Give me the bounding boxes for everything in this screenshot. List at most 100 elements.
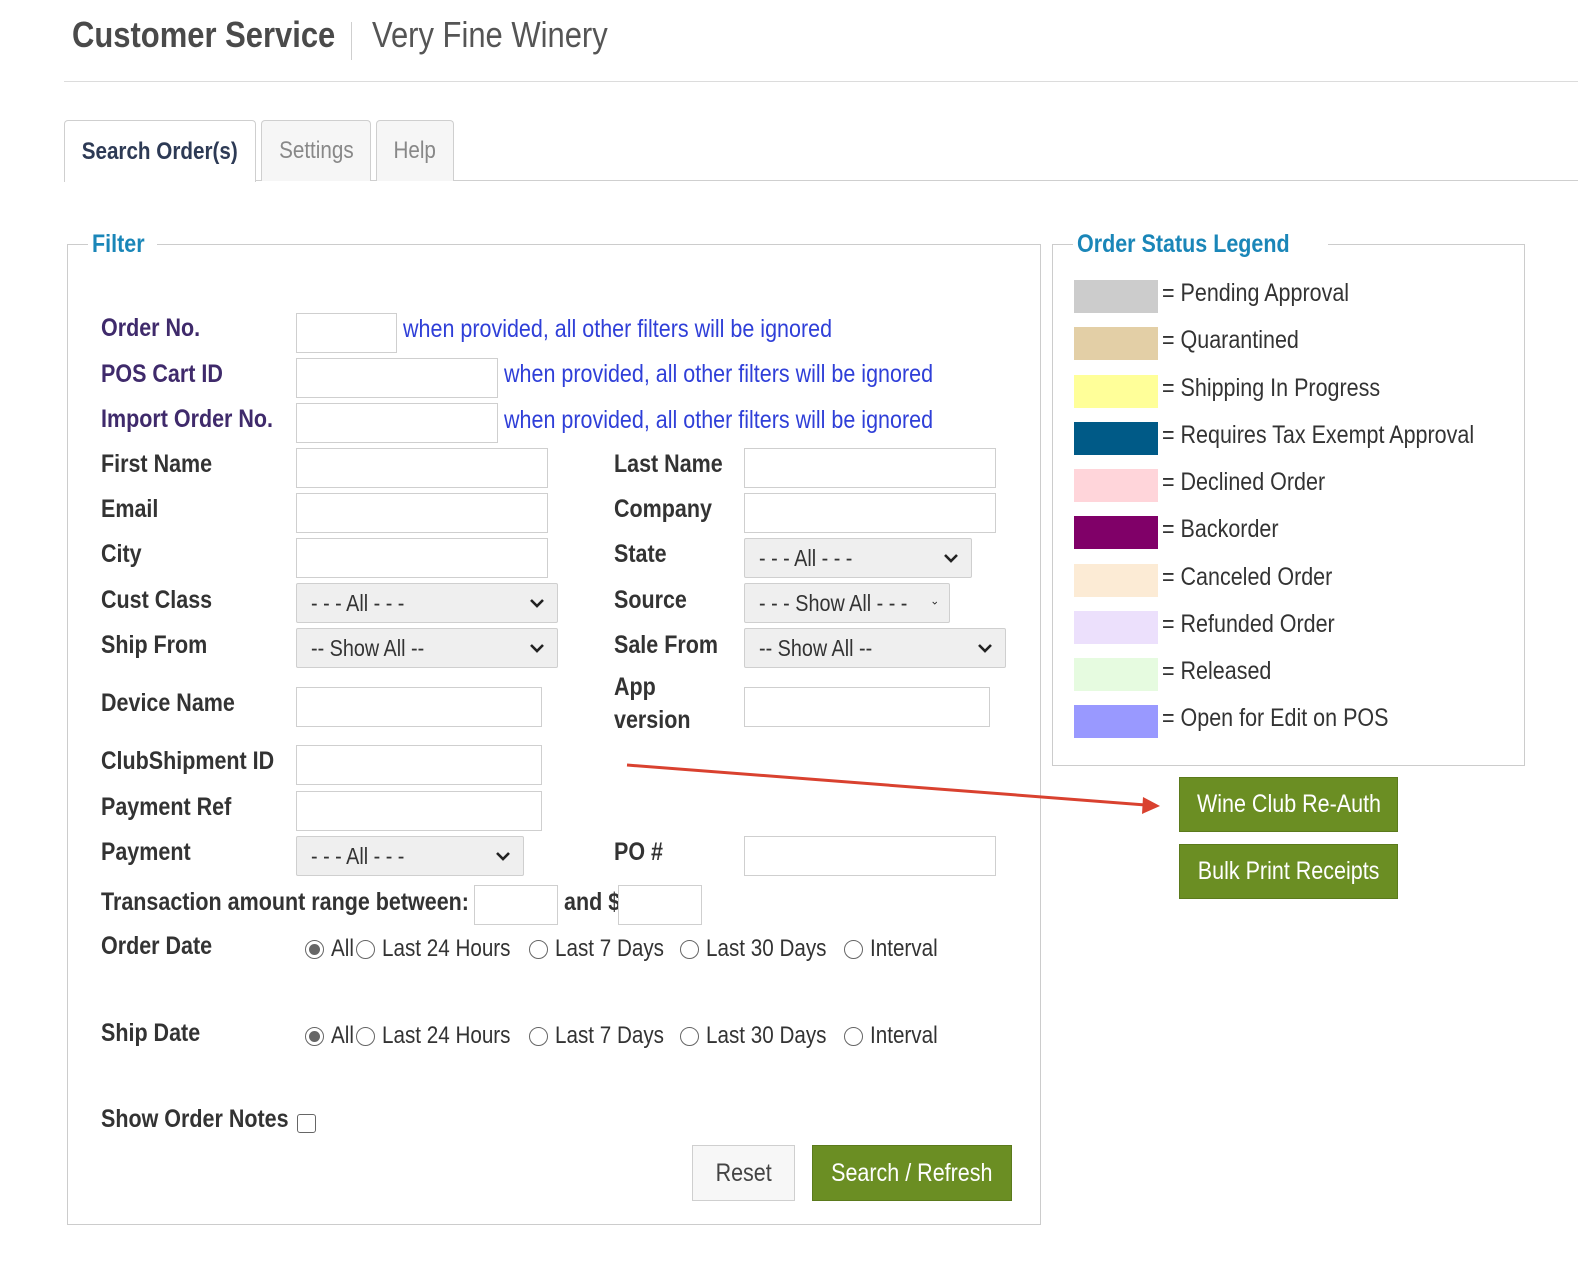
legend-label: = Quarantined (1162, 326, 1299, 354)
legend-swatch (1074, 611, 1158, 644)
amount-min-input[interactable] (474, 885, 558, 925)
import-order-no-label: Import Order No. (101, 405, 274, 433)
chevron-down-icon (530, 644, 544, 653)
order-date-radio-30d[interactable] (679, 939, 699, 959)
company-input[interactable] (744, 493, 996, 533)
city-input[interactable] (296, 538, 548, 578)
legend-label: = Shipping In Progress (1162, 374, 1381, 402)
pos-cart-id-hint: when provided, all other filters will be… (504, 360, 934, 388)
legend-label: = Pending Approval (1162, 279, 1350, 307)
legend-swatch (1074, 327, 1158, 360)
last-name-input[interactable] (744, 448, 996, 488)
app-version-label-line1: App (614, 673, 656, 701)
order-no-input[interactable] (296, 313, 397, 353)
po-label: PO # (614, 838, 664, 866)
state-label: State (614, 540, 667, 568)
legend-label: = Backorder (1162, 515, 1279, 543)
order-no-hint: when provided, all other filters will be… (403, 315, 833, 343)
tab-settings[interactable]: Settings (261, 120, 371, 181)
winery-name: Very Fine Winery (372, 14, 608, 55)
payment-select[interactable]: - - - All - - - (296, 836, 524, 876)
source-select[interactable]: - - - Show All - - - (744, 583, 950, 623)
payment-ref-input[interactable] (296, 791, 542, 831)
ship-date-options: All Last 24 Hours Last 7 Days Last 30 Da… (305, 1022, 947, 1050)
payment-label: Payment (101, 838, 191, 866)
legend-swatch (1074, 705, 1158, 738)
state-select[interactable]: - - - All - - - (744, 538, 972, 578)
show-order-notes-label: Show Order Notes (101, 1105, 289, 1133)
device-name-label: Device Name (101, 689, 235, 717)
city-label: City (101, 540, 142, 568)
sale-from-select[interactable]: -- Show All -- (744, 628, 1006, 668)
last-name-label: Last Name (614, 450, 723, 478)
legend-label: = Open for Edit on POS (1162, 704, 1389, 732)
ship-date-radio-7d[interactable] (529, 1026, 549, 1046)
legend-swatch (1074, 658, 1158, 691)
clubshipment-id-label: ClubShipment ID (101, 747, 275, 775)
bulk-print-receipts-button[interactable]: Bulk Print Receipts (1179, 844, 1398, 899)
ship-from-label: Ship From (101, 631, 208, 659)
order-date-radio-7d[interactable] (529, 939, 549, 959)
legend-swatch (1074, 280, 1158, 313)
chevron-down-icon (530, 599, 544, 608)
legend-swatch (1074, 375, 1158, 408)
transaction-range-label: Transaction amount range between: $ (101, 888, 487, 916)
ship-date-label: Ship Date (101, 1019, 201, 1047)
pos-cart-id-label: POS Cart ID (101, 360, 223, 388)
payment-ref-label: Payment Ref (101, 793, 232, 821)
amount-and-label: and $ (564, 888, 621, 916)
chevron-down-icon (496, 852, 510, 861)
company-label: Company (614, 495, 712, 523)
chevron-down-icon (978, 644, 992, 653)
ship-date-radio-interval[interactable] (843, 1026, 863, 1046)
header-rule (64, 81, 1578, 82)
sale-from-label: Sale From (614, 631, 718, 659)
header-divider (351, 22, 352, 60)
first-name-input[interactable] (296, 448, 548, 488)
legend-label: = Requires Tax Exempt Approval (1162, 421, 1475, 449)
legend-label: = Canceled Order (1162, 563, 1333, 591)
filter-legend: Filter (92, 230, 145, 258)
app-version-label-line2: version (614, 706, 691, 734)
amount-max-input[interactable] (618, 885, 702, 925)
source-label: Source (614, 586, 687, 614)
first-name-label: First Name (101, 450, 213, 478)
clubshipment-id-input[interactable] (296, 745, 542, 785)
chevron-down-icon (931, 601, 937, 605)
pos-cart-id-input[interactable] (296, 358, 498, 398)
app-version-input[interactable] (744, 687, 990, 727)
ship-date-radio-all[interactable] (305, 1026, 324, 1046)
legend-swatch (1074, 422, 1158, 455)
cust-class-label: Cust Class (101, 586, 213, 614)
order-date-radio-all[interactable] (305, 939, 324, 959)
order-date-options: All Last 24 Hours Last 7 Days Last 30 Da… (305, 935, 947, 963)
ship-date-radio-30d[interactable] (679, 1026, 699, 1046)
show-order-notes-checkbox[interactable] (297, 1114, 316, 1133)
reset-button[interactable]: Reset (692, 1145, 795, 1201)
legend-label: = Released (1162, 657, 1272, 685)
ship-date-radio-24h[interactable] (355, 1026, 375, 1046)
legend-label: = Refunded Order (1162, 610, 1335, 638)
import-order-no-input[interactable] (296, 403, 498, 443)
chevron-down-icon (944, 554, 958, 563)
wine-club-reauth-button[interactable]: Wine Club Re-Auth (1179, 777, 1398, 832)
po-input[interactable] (744, 836, 996, 876)
import-order-no-hint: when provided, all other filters will be… (504, 406, 934, 434)
order-date-radio-interval[interactable] (843, 939, 863, 959)
order-date-radio-24h[interactable] (355, 939, 375, 959)
legend-swatch (1074, 469, 1158, 502)
order-date-label: Order Date (101, 932, 213, 960)
page-title: Customer Service (72, 14, 336, 55)
legend-label: = Declined Order (1162, 468, 1326, 496)
email-input[interactable] (296, 493, 548, 533)
cust-class-select[interactable]: - - - All - - - (296, 583, 558, 623)
ship-from-select[interactable]: -- Show All -- (296, 628, 558, 668)
search-refresh-button[interactable]: Search / Refresh (812, 1145, 1012, 1201)
legend-swatch (1074, 516, 1158, 549)
email-label: Email (101, 495, 159, 523)
order-no-label: Order No. (101, 314, 201, 342)
legend-swatch (1074, 564, 1158, 597)
tab-search-orders[interactable]: Search Order(s) (64, 120, 256, 182)
tab-help[interactable]: Help (376, 120, 454, 181)
device-name-input[interactable] (296, 687, 542, 727)
